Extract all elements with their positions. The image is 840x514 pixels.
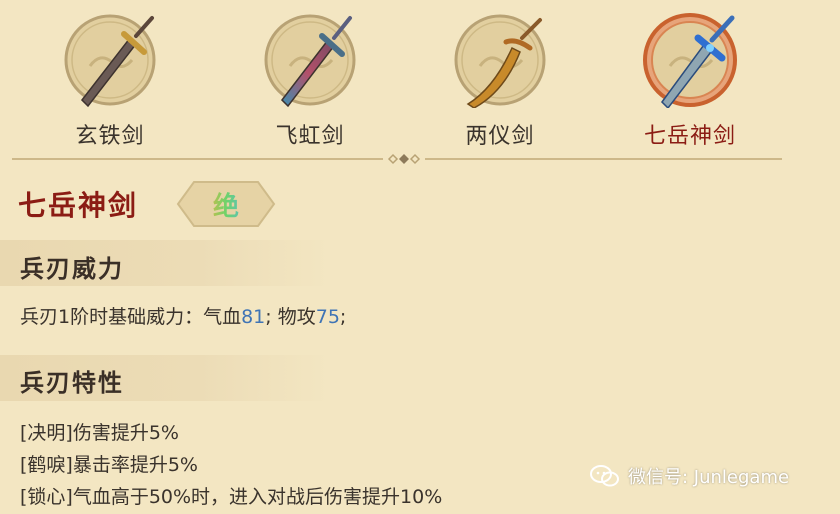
- weapon-name: 七岳神剑: [643, 124, 736, 149]
- weapon-selector: 玄铁剑 飞虹剑 两仪剑 七岳神剑: [0, 0, 840, 150]
- grade-label: 绝: [176, 186, 276, 223]
- power-mid: ; 物攻: [265, 306, 316, 328]
- trait-item: [鹤唳]暴击率提升5%: [20, 454, 198, 476]
- section-heading-traits: 兵刃特性: [20, 369, 124, 397]
- weapon-name: 玄铁剑: [75, 124, 145, 149]
- section-heading-power: 兵刃威力: [20, 255, 124, 283]
- wechat-icon: [590, 465, 619, 487]
- diamond-ornament-icon: [383, 151, 425, 167]
- weapon-item-liangyi[interactable]: 两仪剑: [440, 8, 560, 149]
- weapon-name: 飞虹剑: [275, 124, 345, 149]
- watermark-text: 微信号: Junlegame: [628, 467, 790, 488]
- power-suffix: ;: [339, 306, 347, 328]
- weapon-name: 两仪剑: [465, 124, 535, 149]
- weapon-item-xuantie[interactable]: 玄铁剑: [50, 8, 170, 149]
- weapon-item-feihong[interactable]: 飞虹剑: [250, 8, 370, 149]
- liangyi-sword-icon: [454, 14, 546, 108]
- qiyue-sword-icon: [643, 13, 737, 108]
- trait-item: [决明]伤害提升5%: [20, 422, 179, 444]
- xuantie-sword-icon: [64, 14, 156, 108]
- feihong-sword-icon: [264, 14, 356, 108]
- weapon-item-qiyue[interactable]: 七岳神剑: [630, 8, 750, 149]
- trait-item: [锁心]气血高于50%时，进入对战后伤害提升10%: [20, 486, 443, 508]
- power-prefix: 兵刃1阶时基础威力：气血: [20, 306, 242, 328]
- weapon-title: 七岳神剑: [18, 189, 139, 222]
- atk-value: 75: [315, 306, 340, 328]
- power-stats: 兵刃1阶时基础威力：气血81; 物攻75;: [20, 302, 346, 329]
- hp-value: 81: [241, 306, 266, 328]
